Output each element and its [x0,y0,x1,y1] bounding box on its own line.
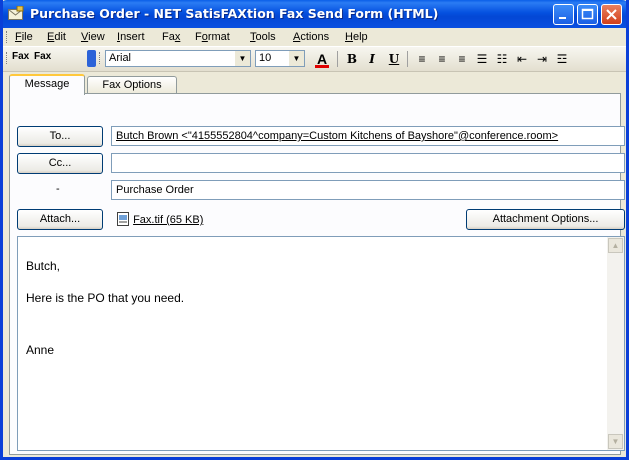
scroll-down-button[interactable]: ▼ [608,434,623,449]
cc-button[interactable]: Cc... [17,153,103,174]
align-center-button[interactable]: ≡ [433,50,451,68]
underline-button[interactable]: U [385,50,403,68]
font-name-value: Arial [109,52,132,64]
align-left-button[interactable]: ≡ [413,50,431,68]
font-name-select[interactable]: Arial ▼ [105,50,251,67]
to-field[interactable]: Butch Brown <"4155552804^company=Custom … [111,126,625,146]
menu-fax[interactable]: Fax [162,31,180,43]
font-color-button[interactable]: A [313,50,331,68]
bullets-button[interactable]: ☰ [473,50,491,68]
align-left-icon: ≡ [418,52,426,66]
tab-fax-options[interactable]: Fax Options [87,76,177,94]
italic-button[interactable]: I [363,50,381,68]
message-line: Here is the PO that you need. [26,291,185,305]
toolbar-separator [407,51,408,67]
maximize-icon [581,8,594,20]
menu-edit[interactable]: Edit [47,31,66,43]
toolbar-chevron[interactable] [87,50,96,67]
chevron-down-icon: ▼ [611,437,620,446]
menu-help[interactable]: Help [345,31,368,43]
message-line: Anne [26,343,55,357]
horizontal-line-icon: ☲ [556,52,568,66]
maximize-button[interactable] [577,4,598,25]
toolbar-grip [6,52,9,64]
align-right-icon: ≡ [458,52,466,66]
bullet-list-icon: ☰ [476,52,488,66]
menu-tools[interactable]: Tools [250,31,276,43]
decrease-indent-button[interactable]: ⇤ [513,50,531,68]
font-size-select[interactable]: 10 ▼ [255,50,305,67]
subject-field[interactable]: Purchase Order [111,180,625,200]
attachment-name[interactable]: Fax.tif (65 KB) [133,214,203,226]
chevron-down-icon: ▼ [235,51,250,66]
to-recipient[interactable]: Butch Brown <"4155552804^company=Custom … [116,130,558,142]
to-button[interactable]: To... [17,126,103,147]
scroll-up-button[interactable]: ▲ [608,238,623,253]
cc-field[interactable] [111,153,625,173]
align-right-button[interactable]: ≡ [453,50,471,68]
chevron-up-icon: ▲ [611,241,620,250]
tif-file-icon [117,212,129,226]
font-size-value: 10 [259,52,272,64]
tab-message[interactable]: Message [9,74,85,95]
window-title: Purchase Order - NET SatisFAXtion Fax Se… [30,6,439,21]
cc-button-label: Cc... [48,157,72,169]
close-icon [606,9,617,20]
menu-bar: File Edit View Insert Fax Format Tools A… [3,28,626,46]
menu-format[interactable]: Format [195,31,230,43]
increase-indent-icon: ⇥ [536,52,548,66]
align-center-icon: ≡ [438,52,446,66]
bold-button[interactable]: B [343,50,361,68]
minimize-icon [559,17,566,19]
envelope-icon [8,6,24,20]
chevron-down-icon: ▼ [289,51,304,66]
fax-button[interactable]: Fax [34,51,51,62]
attach-button-label: Attach... [39,213,81,225]
close-button[interactable] [601,4,622,25]
attach-button[interactable]: Attach... [17,209,103,230]
fax-send-window: Purchase Order - NET SatisFAXtion Fax Se… [0,0,629,460]
attachment-item[interactable]: Fax.tif (65 KB) [116,212,203,232]
attachment-options-label: Attachment Options... [492,213,599,225]
minimize-button[interactable] [553,4,574,25]
toolbar-grip-2 [99,52,102,64]
subject-label: - [56,183,60,195]
formatting-toolbar: Fax Fax Arial ▼ 10 ▼ A B I U ≡ ≡ ≡ ☰ ☷ ⇤… [3,46,626,72]
menu-view[interactable]: View [81,31,105,43]
to-button-label: To... [49,130,71,142]
numbering-button[interactable]: ☷ [493,50,511,68]
menu-file[interactable]: File [15,31,33,43]
menu-actions[interactable]: Actions [293,31,329,43]
horizontal-line-button[interactable]: ☲ [553,50,571,68]
title-bar[interactable]: Purchase Order - NET SatisFAXtion Fax Se… [3,0,626,28]
subject-value: Purchase Order [116,184,194,196]
toolbar-separator [337,51,338,67]
menu-grip [6,31,9,43]
decrease-indent-icon: ⇤ [516,52,528,66]
vertical-scrollbar[interactable]: ▲ ▼ [607,237,624,450]
increase-indent-button[interactable]: ⇥ [533,50,551,68]
message-body[interactable]: Butch, Here is the PO that you need. Ann… [17,236,625,451]
send-fax-button[interactable]: Fax [12,51,29,62]
attachment-options-button[interactable]: Attachment Options... [466,209,625,230]
message-line: Butch, [26,259,61,273]
menu-insert[interactable]: Insert [117,31,145,43]
numbered-list-icon: ☷ [496,52,508,66]
